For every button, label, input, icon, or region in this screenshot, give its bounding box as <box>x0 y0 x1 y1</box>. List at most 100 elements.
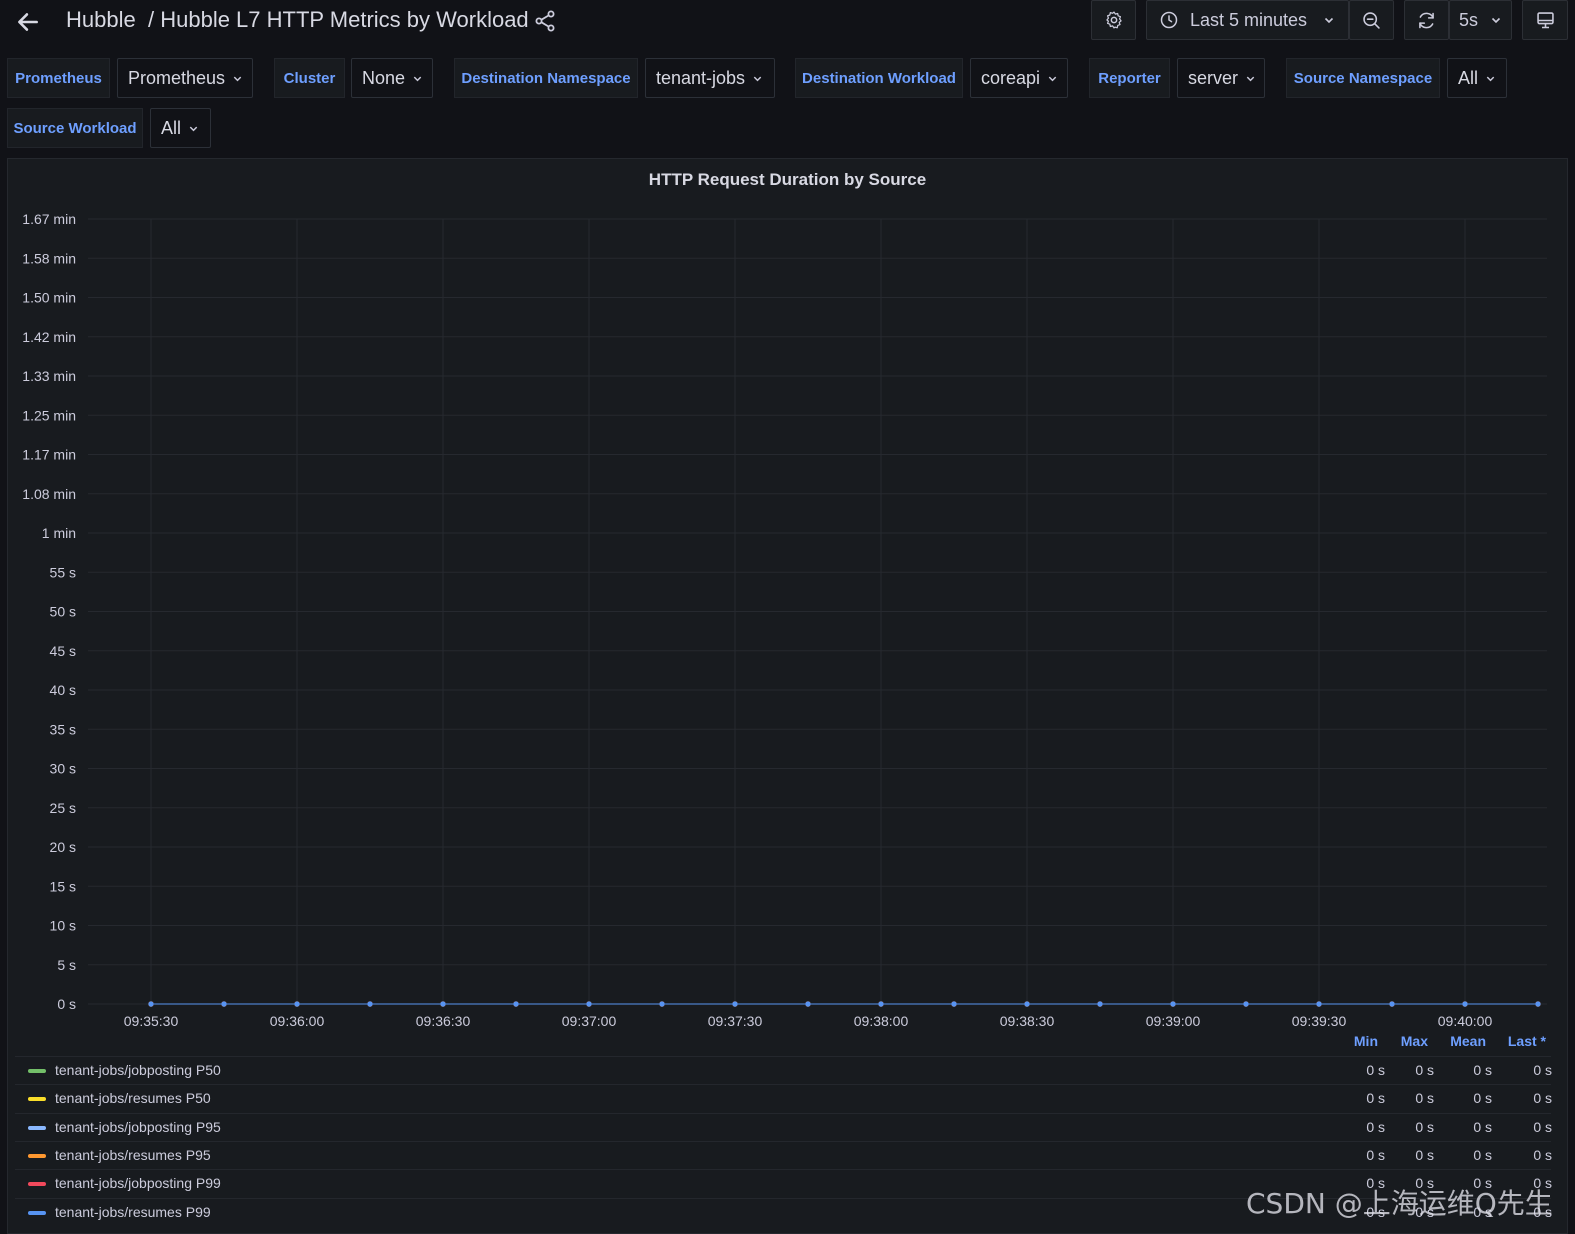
y-tick-label: 45 s <box>50 643 76 659</box>
legend-row[interactable]: tenant-jobs/resumes P95 0 s 0 s 0 s 0 s <box>15 1140 1552 1169</box>
legend-series-name[interactable]: tenant-jobs/jobposting P95 <box>55 1119 221 1135</box>
data-point[interactable] <box>951 1001 957 1007</box>
x-tick-label: 09:37:30 <box>708 1013 763 1029</box>
data-point[interactable] <box>878 1001 884 1007</box>
variable-label-source-workload: Source Workload <box>7 108 143 148</box>
y-tick-label: 1.25 min <box>22 407 76 423</box>
chevron-down-icon <box>1246 76 1255 81</box>
back-button[interactable] <box>10 4 46 40</box>
x-tick-label: 09:35:30 <box>124 1013 179 1029</box>
legend-series-name[interactable]: tenant-jobs/jobposting P99 <box>55 1175 221 1191</box>
legend-value-max: 0 s <box>1415 1118 1434 1135</box>
legend-col-max[interactable]: Max <box>1368 1033 1428 1049</box>
time-range-picker[interactable]: Last 5 minutes <box>1146 0 1349 40</box>
variable-label-reporter: Reporter <box>1089 58 1170 98</box>
legend-value-last: 0 s <box>1533 1146 1552 1163</box>
data-point[interactable] <box>1024 1001 1030 1007</box>
legend-value-max: 0 s <box>1415 1146 1434 1163</box>
y-tick-label: 30 s <box>50 761 76 777</box>
x-tick-label: 09:39:30 <box>1292 1013 1347 1029</box>
y-axis: 0 s 5 s 10 s 15 s 20 s 25 s 30 s 35 s 40 s 45 s 50… <box>22 211 76 1012</box>
legend-color-swatch[interactable] <box>28 1210 46 1215</box>
variable-label-prometheus: Prometheus <box>7 58 110 98</box>
y-tick-label: 1.58 min <box>22 250 76 266</box>
y-tick-label: 55 s <box>50 564 76 580</box>
share-icon[interactable] <box>533 9 557 33</box>
variable-label-cluster: Cluster <box>274 58 345 98</box>
legend-value-min: 0 s <box>1366 1146 1385 1163</box>
refresh-icon <box>1419 12 1434 28</box>
variable-select-source-namespace[interactable]: All <box>1447 58 1507 98</box>
variable-select-prometheus[interactable]: Prometheus <box>117 58 253 98</box>
data-point[interactable] <box>221 1001 227 1007</box>
zoom-out-button[interactable] <box>1349 0 1394 40</box>
legend-series-name[interactable]: tenant-jobs/resumes P99 <box>55 1204 211 1220</box>
legend-color-swatch[interactable] <box>28 1069 46 1073</box>
data-point[interactable] <box>586 1001 592 1007</box>
variable-select-source-workload[interactable]: All <box>150 108 211 148</box>
refresh-interval-picker[interactable]: 5s <box>1449 0 1512 40</box>
legend-series-name[interactable]: tenant-jobs/jobposting P50 <box>55 1062 221 1078</box>
data-point[interactable] <box>1243 1001 1249 1007</box>
data-point[interactable] <box>1170 1001 1176 1007</box>
legend-color-swatch[interactable] <box>28 1125 46 1130</box>
data-point[interactable] <box>148 1001 154 1007</box>
data-point[interactable] <box>1389 1001 1395 1007</box>
tv-mode-button[interactable] <box>1522 0 1568 40</box>
variable-value: All <box>1458 67 1479 88</box>
legend-color-swatch[interactable] <box>28 1182 46 1187</box>
variable-value: Prometheus <box>128 67 226 88</box>
legend-value-min: 0 s <box>1366 1118 1385 1135</box>
chart-grid <box>88 218 1547 1005</box>
dashboard-title: / Hubble L7 HTTP Metrics by Workload <box>148 7 529 32</box>
refresh-button[interactable] <box>1404 0 1449 40</box>
variable-select-reporter[interactable]: server <box>1177 58 1265 98</box>
legend-color-swatch[interactable] <box>28 1097 46 1102</box>
legend-row[interactable]: tenant-jobs/jobposting P95 0 s 0 s 0 s 0 s <box>15 1112 1552 1141</box>
data-point[interactable] <box>805 1001 811 1007</box>
variable-select-cluster[interactable]: None <box>351 58 433 98</box>
time-range-label: Last 5 minutes <box>1190 9 1308 30</box>
data-point[interactable] <box>732 1001 738 1007</box>
variable-value: All <box>161 117 182 138</box>
data-point[interactable] <box>513 1001 519 1007</box>
chevron-down-icon <box>753 76 762 81</box>
data-point[interactable] <box>440 1001 446 1007</box>
legend-color-swatch[interactable] <box>28 1153 46 1158</box>
x-tick-label: 09:36:30 <box>416 1013 471 1029</box>
monitor-icon <box>1536 11 1554 28</box>
legend-row[interactable]: tenant-jobs/resumes P50 0 s 0 s 0 s 0 s <box>15 1084 1552 1112</box>
data-point[interactable] <box>1535 1001 1541 1007</box>
data-point[interactable] <box>659 1001 665 1007</box>
variable-value: tenant-jobs <box>656 67 746 88</box>
variable-label-source-namespace: Source Namespace <box>1286 58 1440 98</box>
data-point[interactable] <box>367 1001 373 1007</box>
y-tick-label: 1.17 min <box>22 447 76 463</box>
time-series-chart[interactable]: 0 s 5 s 10 s 15 s 20 s 25 s 30 s 35 s 40 s 45 s 50… <box>8 159 1567 1029</box>
top-navbar: Hubble / Hubble L7 HTTP Metrics by Workl… <box>0 0 1575 44</box>
legend-series-name[interactable]: tenant-jobs/resumes P95 <box>55 1147 211 1163</box>
dashboard-settings-button[interactable] <box>1091 0 1136 40</box>
data-point[interactable] <box>294 1001 300 1007</box>
breadcrumb-folder[interactable]: Hubble <box>66 7 136 33</box>
y-tick-label: 15 s <box>50 878 76 894</box>
data-point[interactable] <box>1097 1001 1103 1007</box>
clock-icon <box>1160 11 1178 29</box>
chevron-down-icon <box>413 76 422 81</box>
legend-col-last[interactable]: Last * <box>1486 1033 1546 1049</box>
chevron-down-icon <box>189 126 198 131</box>
variable-select-destination-workload[interactable]: coreapi <box>970 58 1068 98</box>
legend-col-mean[interactable]: Mean <box>1426 1033 1486 1049</box>
x-tick-label: 09:37:00 <box>562 1013 617 1029</box>
y-tick-label: 5 s <box>57 957 76 973</box>
variable-select-destination-namespace[interactable]: tenant-jobs <box>645 58 775 98</box>
legend-value-mean: 0 s <box>1473 1146 1492 1163</box>
chevron-down-icon <box>233 76 242 81</box>
data-point[interactable] <box>1462 1001 1468 1007</box>
legend-series-name[interactable]: tenant-jobs/resumes P50 <box>55 1090 211 1106</box>
legend-value-max: 0 s <box>1415 1090 1434 1107</box>
legend-value-mean: 0 s <box>1473 1090 1492 1107</box>
data-point[interactable] <box>1316 1001 1322 1007</box>
legend-row[interactable]: tenant-jobs/jobposting P50 0 s 0 s 0 s 0 s <box>15 1056 1552 1084</box>
legend-value-min: 0 s <box>1366 1090 1385 1107</box>
